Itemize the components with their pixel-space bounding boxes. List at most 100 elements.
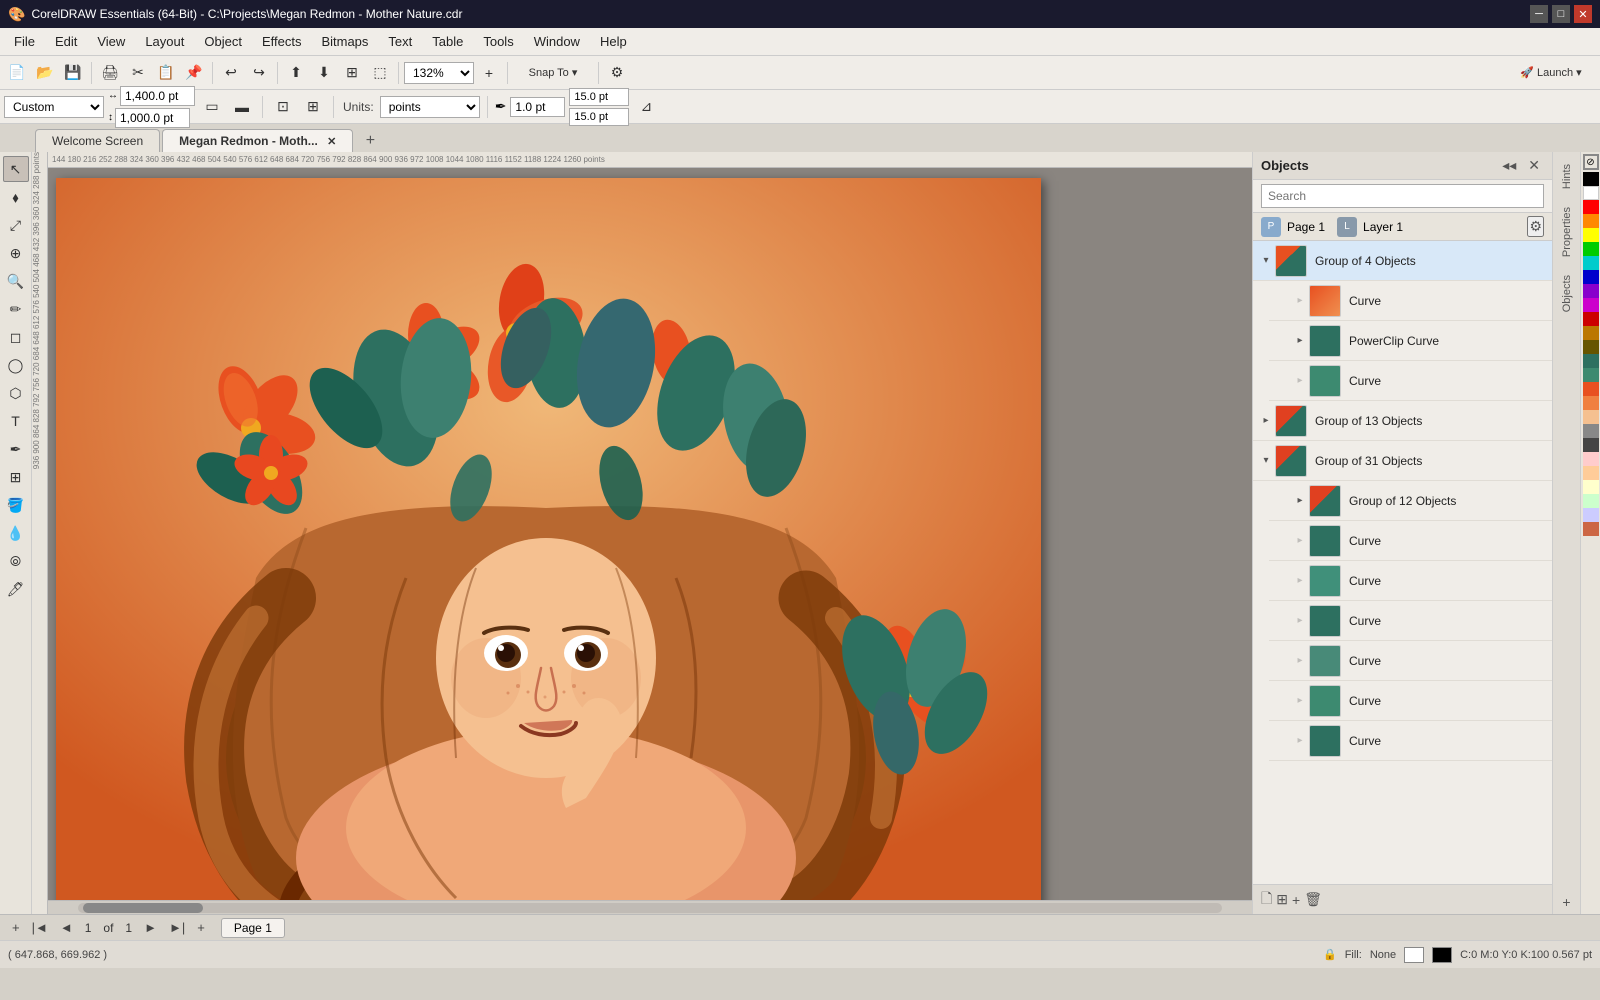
- print-button[interactable]: 🖨: [97, 60, 123, 86]
- more-options-button[interactable]: ⊿: [633, 94, 659, 120]
- menu-tools[interactable]: Tools: [473, 30, 523, 53]
- panel-expand-right-btn[interactable]: +: [1558, 890, 1574, 914]
- page-preset-select[interactable]: Custom: [4, 96, 104, 118]
- drawing-canvas[interactable]: [48, 168, 1252, 900]
- frame-button[interactable]: ⊞: [300, 94, 326, 120]
- menu-bitmaps[interactable]: Bitmaps: [311, 30, 378, 53]
- page-width-input[interactable]: [120, 86, 195, 106]
- panel-expand-button[interactable]: ◂◂: [1498, 155, 1520, 176]
- select-tool[interactable]: ↖: [3, 156, 29, 182]
- options-button[interactable]: ⚙: [604, 60, 630, 86]
- open-button[interactable]: 📂: [32, 60, 58, 86]
- color-swatch-light-yellow[interactable]: [1583, 480, 1599, 494]
- color-swatch-peach[interactable]: [1583, 466, 1599, 480]
- panel-add-layer-btn[interactable]: +: [1292, 892, 1300, 908]
- page-tab[interactable]: Page 1: [221, 918, 285, 938]
- eyedropper-tool[interactable]: 💧: [3, 520, 29, 546]
- color-swatch-green[interactable]: [1583, 242, 1599, 256]
- menu-table[interactable]: Table: [422, 30, 473, 53]
- objects-list-item-group12[interactable]: ▸ Group of 12 Objects: [1269, 481, 1552, 521]
- view-wireframe-button[interactable]: ⬚: [367, 60, 393, 86]
- color-swatch-dark-gray[interactable]: [1583, 438, 1599, 452]
- fill-tool[interactable]: 🪣: [3, 492, 29, 518]
- blend-tool[interactable]: ⦾: [3, 548, 29, 574]
- menu-window[interactable]: Window: [524, 30, 590, 53]
- nib-size-input[interactable]: [510, 97, 565, 117]
- tab-welcome-screen[interactable]: Welcome Screen: [35, 129, 160, 152]
- layer-settings-button[interactable]: ⚙: [1527, 216, 1544, 237]
- objects-list-item-curve1[interactable]: ▸ Curve: [1269, 281, 1552, 321]
- menu-edit[interactable]: Edit: [45, 30, 87, 53]
- no-color-swatch[interactable]: ⊘: [1583, 154, 1599, 170]
- objects-list-item-group4[interactable]: ▾ Group of 4 Objects: [1253, 241, 1552, 281]
- zoom-in-button[interactable]: +: [476, 60, 502, 86]
- objects-list-item-curve2[interactable]: ▸ Curve: [1269, 361, 1552, 401]
- color-swatch-pink[interactable]: [1583, 452, 1599, 466]
- color-swatch-purple[interactable]: [1583, 284, 1599, 298]
- color-swatch-orange-light[interactable]: [1583, 396, 1599, 410]
- color-swatch-magenta[interactable]: [1583, 298, 1599, 312]
- bleed-button[interactable]: ⊡: [270, 94, 296, 120]
- menu-help[interactable]: Help: [590, 30, 637, 53]
- tab-close-icon[interactable]: ✕: [327, 136, 336, 148]
- save-button[interactable]: 💾: [60, 60, 86, 86]
- color-swatch-salmon[interactable]: [1583, 522, 1599, 536]
- expand-icon-group31[interactable]: ▾: [1259, 454, 1273, 468]
- menu-view[interactable]: View: [87, 30, 135, 53]
- color-swatch-gray[interactable]: [1583, 424, 1599, 438]
- color-swatch-blue[interactable]: [1583, 270, 1599, 284]
- size1-input[interactable]: [569, 88, 629, 106]
- color-swatch-light-blue[interactable]: [1583, 508, 1599, 522]
- tab-objects-button[interactable]: Objects: [1557, 267, 1577, 320]
- launch-button[interactable]: 🚀 Launch ▾: [1506, 60, 1596, 86]
- objects-list-item-curve8[interactable]: ▸ Curve: [1269, 721, 1552, 761]
- tab-hints-button[interactable]: Hints: [1557, 156, 1577, 197]
- ellipse-tool[interactable]: ◯: [3, 352, 29, 378]
- color-swatch-white[interactable]: [1583, 186, 1599, 200]
- text-tool[interactable]: T: [3, 408, 29, 434]
- menu-text[interactable]: Text: [378, 30, 422, 53]
- polygon-tool[interactable]: ⬡: [3, 380, 29, 406]
- objects-list-item-powerclip[interactable]: ▸ PowerClip Curve: [1269, 321, 1552, 361]
- objects-list-item-curve4[interactable]: ▸ Curve: [1269, 561, 1552, 601]
- rectangle-tool[interactable]: ◻: [3, 324, 29, 350]
- minimize-button[interactable]: ─: [1530, 5, 1548, 23]
- zoom-tool[interactable]: 🔍: [3, 268, 29, 294]
- color-swatch-black[interactable]: [1583, 172, 1599, 186]
- add-page-button[interactable]: +: [8, 918, 24, 937]
- close-button[interactable]: ✕: [1574, 5, 1592, 23]
- zoom-select[interactable]: 132%: [404, 62, 474, 84]
- portrait-button[interactable]: ▭: [199, 94, 225, 120]
- color-swatch-teal-med[interactable]: [1583, 368, 1599, 382]
- view-options-button[interactable]: ⊞: [339, 60, 365, 86]
- snap-to-button[interactable]: Snap To ▾: [513, 60, 593, 86]
- color-swatch-orange-med[interactable]: [1583, 382, 1599, 396]
- undo-button[interactable]: ↩: [218, 60, 244, 86]
- landscape-button[interactable]: ▬: [229, 94, 255, 120]
- import-button[interactable]: ⬆: [283, 60, 309, 86]
- menu-file[interactable]: File: [4, 30, 45, 53]
- color-swatch-cyan[interactable]: [1583, 256, 1599, 270]
- maximize-button[interactable]: □: [1552, 5, 1570, 23]
- color-swatch-skin[interactable]: [1583, 410, 1599, 424]
- color-swatch-dark-brown[interactable]: [1583, 340, 1599, 354]
- color-swatch-orange[interactable]: [1583, 214, 1599, 228]
- panel-layer-icon-btn[interactable]: ⊞: [1276, 891, 1288, 908]
- canvas-area[interactable]: 144 180 216 252 288 324 360 396 432 468 …: [32, 152, 1252, 914]
- menu-effects[interactable]: Effects: [252, 30, 312, 53]
- panel-delete-btn[interactable]: 🗑: [1304, 891, 1322, 908]
- tab-properties-button[interactable]: Properties: [1557, 199, 1577, 265]
- expand-icon-powerclip[interactable]: ▸: [1293, 334, 1307, 348]
- outline-tool[interactable]: 🖊: [3, 576, 29, 602]
- expand-icon-group13[interactable]: ▸: [1259, 414, 1273, 428]
- objects-list-item-curve3[interactable]: ▸ Curve: [1269, 521, 1552, 561]
- crop-tool[interactable]: ⊕: [3, 240, 29, 266]
- color-swatch-brown[interactable]: [1583, 326, 1599, 340]
- table-tool[interactable]: ⊞: [3, 464, 29, 490]
- last-page-button[interactable]: ►|: [165, 918, 189, 937]
- objects-list-item-group31[interactable]: ▾ Group of 31 Objects: [1253, 441, 1552, 481]
- freehand-tool[interactable]: ✏: [3, 296, 29, 322]
- tab-megan-redmon[interactable]: Megan Redmon - Moth... ✕: [162, 129, 353, 152]
- new-tab-button[interactable]: +: [359, 130, 381, 152]
- expand-icon-group4[interactable]: ▾: [1259, 254, 1273, 268]
